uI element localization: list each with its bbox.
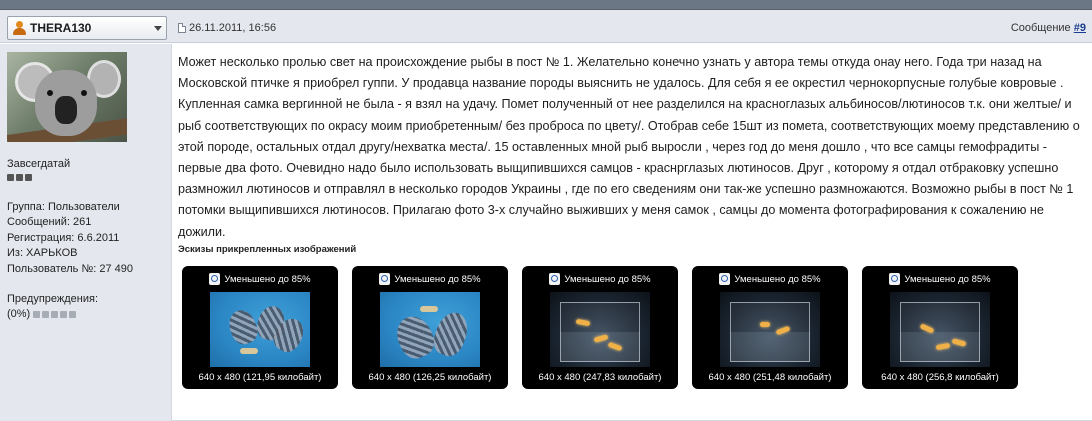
- post-content: Может несколько пролью свет на происхожд…: [172, 44, 1092, 421]
- warnings-label: Предупреждения:: [7, 293, 99, 305]
- post-date: 26.11.2011, 16:56: [178, 22, 276, 34]
- user-number: Пользователь №: 27 490: [7, 262, 133, 275]
- warning-pip: [69, 310, 77, 318]
- user-info: Группа: Пользователи Сообщений: 261 Реги…: [7, 200, 133, 277]
- magnifier-icon: [889, 273, 901, 285]
- user-menu-button[interactable]: THERA130: [7, 16, 167, 40]
- warning-pip: [33, 310, 41, 318]
- top-strip: [0, 0, 1092, 10]
- post-date-text: 26.11.2011, 16:56: [189, 22, 277, 34]
- document-icon: [178, 23, 186, 33]
- attachment-image[interactable]: [890, 292, 990, 367]
- user-messages: Сообщений: 261: [7, 216, 92, 229]
- avatar[interactable]: [7, 52, 127, 142]
- attachment-thumbnail[interactable]: Уменьшено до 85% 640 x 480 (251,48 килоб…: [692, 266, 848, 389]
- attachment-image[interactable]: [720, 292, 820, 367]
- attachments-title: Эскизы прикрепленных изображений: [178, 244, 357, 255]
- magnifier-icon: [549, 273, 561, 285]
- warning-pip: [51, 310, 59, 318]
- rank-pips: [7, 174, 32, 181]
- attachment-size: 640 x 480 (251,48 килобайт): [708, 372, 832, 383]
- rank-pip: [7, 174, 14, 181]
- post-label: Сообщение: [1010, 22, 1071, 34]
- user-sidebar: Завсегдатай Группа: Пользователи Сообщен…: [0, 44, 172, 421]
- attachment-size: 640 x 480 (256,8 килобайт): [881, 372, 999, 383]
- warnings-row: (0%): [7, 308, 77, 320]
- warning-pip: [60, 310, 68, 318]
- attachment-caption: Уменьшено до 85%: [692, 273, 848, 285]
- user-rank: Завсегдатай: [7, 158, 71, 170]
- user-from: Из: ХАРЬКОВ: [7, 247, 78, 260]
- attachment-caption: Уменьшено до 85%: [352, 273, 508, 285]
- warning-pips: [33, 310, 77, 318]
- rank-pip: [25, 174, 32, 181]
- attachment-size: 640 x 480 (247,83 килобайт): [538, 372, 662, 383]
- attachment-image[interactable]: [550, 292, 650, 367]
- chevron-down-icon: [154, 26, 162, 31]
- magnifier-icon: [379, 273, 391, 285]
- username: THERA130: [30, 21, 92, 35]
- attachment-image[interactable]: [210, 292, 310, 367]
- post-number: Сообщение #9: [1011, 22, 1086, 34]
- post-header: THERA130 26.11.2011, 16:56 Сообщение #9: [0, 10, 1092, 43]
- attachment-thumbnail[interactable]: Уменьшено до 85% 640 x 480 (247,83 килоб…: [522, 266, 678, 389]
- magnifier-icon: [719, 273, 731, 285]
- warnings-value: (0%): [7, 308, 31, 320]
- user-icon: [12, 21, 26, 35]
- attachment-caption: Уменьшено до 85%: [182, 273, 338, 285]
- attachment-image[interactable]: [380, 292, 480, 367]
- attachment-caption: Уменьшено до 85%: [862, 273, 1018, 285]
- attachment-thumbnail[interactable]: Уменьшено до 85% 640 x 480 (121,95 килоб…: [182, 266, 338, 389]
- post-body: Может несколько пролью свет на происхожд…: [178, 55, 1080, 239]
- attachment-caption: Уменьшено до 85%: [522, 273, 678, 285]
- attachment-size: 640 x 480 (121,95 килобайт): [198, 372, 322, 383]
- attachment-thumbnail[interactable]: Уменьшено до 85% 640 x 480 (256,8 килоба…: [862, 266, 1018, 389]
- user-registered: Регистрация: 6.6.2011: [7, 231, 120, 244]
- post-number-link[interactable]: #9: [1074, 22, 1086, 34]
- warning-pip: [42, 310, 50, 318]
- rank-pip: [16, 174, 23, 181]
- attachment-thumbnail[interactable]: Уменьшено до 85% 640 x 480 (126,25 килоб…: [352, 266, 508, 389]
- attachment-size: 640 x 480 (126,25 килобайт): [368, 372, 492, 383]
- magnifier-icon: [209, 273, 221, 285]
- user-group: Группа: Пользователи: [7, 201, 120, 213]
